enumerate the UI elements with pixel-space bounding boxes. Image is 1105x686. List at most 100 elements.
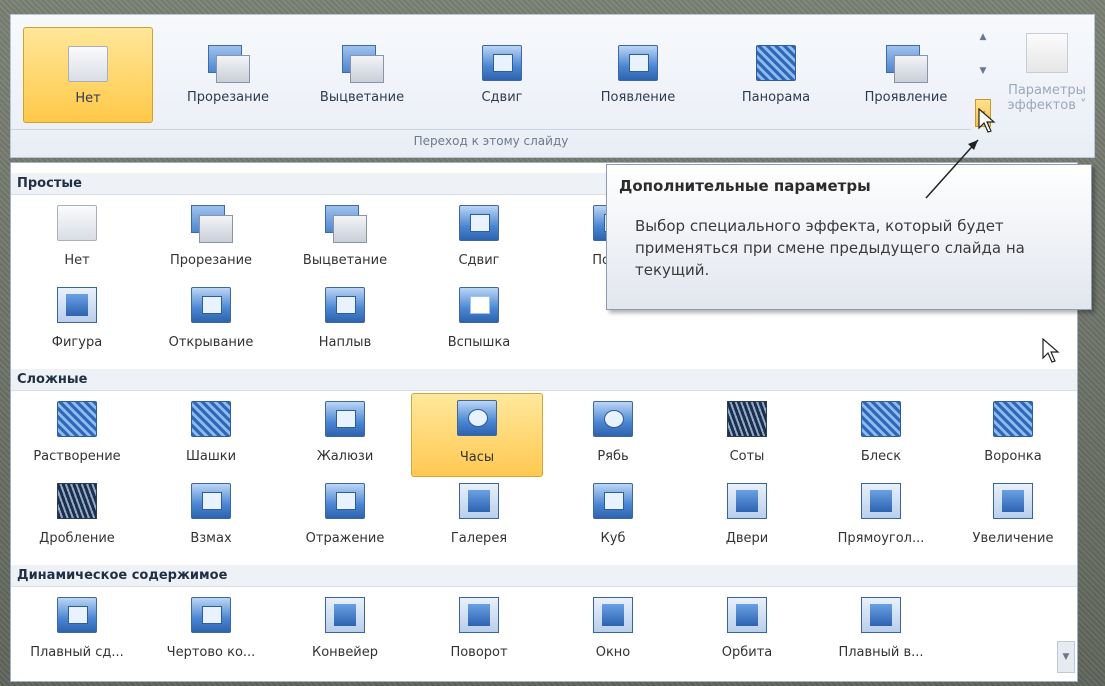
gallery-item-label: Чертово ко... bbox=[166, 645, 256, 660]
gallery-item-label: Вспышка bbox=[447, 335, 511, 350]
gallery-item-fade[interactable]: Выцветание bbox=[279, 201, 411, 279]
transition-fade-icon bbox=[342, 45, 384, 83]
gallery-item-label: Нет bbox=[64, 253, 90, 268]
transition-push-icon bbox=[482, 45, 522, 81]
gallery-item-label: Взмах bbox=[190, 531, 232, 546]
transition-honeycomb-icon bbox=[727, 401, 767, 437]
gallery-item-vortex[interactable]: Воронка bbox=[947, 397, 1079, 475]
gallery-item-clock[interactable]: Часы bbox=[411, 393, 543, 477]
transition-uncover-icon bbox=[191, 287, 231, 323]
gallery-item-gallery[interactable]: Галерея bbox=[413, 479, 545, 557]
tooltip-description: Выбор специального эффекта, который буде… bbox=[635, 217, 1025, 279]
gallery-item-glitter[interactable]: Блеск bbox=[815, 397, 947, 475]
gallery-item-label: Жалюзи bbox=[316, 449, 374, 464]
gallery-item-none[interactable]: Нет bbox=[11, 201, 143, 279]
gallery-item-honeycomb[interactable]: Соты bbox=[681, 397, 813, 475]
transition-checkerboard-icon bbox=[191, 401, 231, 437]
category-complex: Сложные bbox=[11, 369, 1077, 391]
gallery-item-label: Сдвиг bbox=[458, 253, 500, 268]
transition-window-icon bbox=[593, 597, 633, 633]
scroll-up-button[interactable]: ▲ bbox=[975, 23, 991, 51]
mouse-cursor-icon-2 bbox=[1042, 338, 1060, 363]
transition-glitter-icon bbox=[861, 401, 901, 437]
gallery-item-label: Часы bbox=[459, 450, 495, 465]
ribbon-transition-push[interactable]: Сдвиг bbox=[437, 27, 567, 123]
gallery-item-window[interactable]: Окно bbox=[547, 593, 679, 671]
transition-conveyor-icon bbox=[325, 597, 365, 633]
transition-none-icon bbox=[68, 46, 108, 82]
ribbon-transition-fade[interactable]: Выцветание bbox=[297, 27, 427, 123]
gallery-item-cover[interactable]: Наплыв bbox=[279, 283, 411, 361]
gallery-item-label: Растворение bbox=[33, 449, 121, 464]
gallery-item-flash[interactable]: Вспышка bbox=[413, 283, 545, 361]
ribbon-transition-reveal[interactable]: Проявление bbox=[841, 27, 971, 123]
transition-none-icon bbox=[57, 205, 97, 241]
gallery-item-rotate[interactable]: Поворот bbox=[413, 593, 545, 671]
gallery-item-label: Галерея bbox=[450, 531, 508, 546]
gallery-item-blinds[interactable]: Жалюзи bbox=[279, 397, 411, 475]
transition-push-icon bbox=[459, 205, 499, 241]
transition-cut-icon bbox=[191, 205, 233, 243]
effect-options-icon bbox=[1026, 33, 1068, 73]
gallery-item-label: Поворот bbox=[450, 645, 508, 660]
gallery-item-shred[interactable]: Дробление bbox=[11, 479, 143, 557]
transition-box-icon bbox=[861, 483, 901, 519]
gallery-item-label: Орбита bbox=[721, 645, 773, 660]
ribbon-group-label: Переход к этому слайду bbox=[11, 129, 971, 152]
gallery-item-label: Куб bbox=[600, 531, 626, 546]
transition-blinds-icon bbox=[325, 401, 365, 437]
gallery-item-switch[interactable]: Взмах bbox=[145, 479, 277, 557]
panel-scroll-down[interactable]: ▼ bbox=[1057, 641, 1075, 673]
transition-cube-icon bbox=[593, 483, 633, 519]
gallery-item-label: Соты bbox=[729, 449, 765, 464]
more-options-tooltip: Дополнительные параметры Выбор специальн… bbox=[606, 164, 1092, 310]
gallery-item-label: Открывание bbox=[168, 335, 254, 350]
gallery-item-ferris[interactable]: Чертово ко... bbox=[145, 593, 277, 671]
transition-shape-icon bbox=[57, 287, 97, 323]
gallery-item-label: Конвейер bbox=[311, 645, 379, 660]
gallery-item-doors[interactable]: Двери bbox=[681, 479, 813, 557]
gallery-item-label: Воронка bbox=[984, 449, 1042, 464]
gallery-item-cut[interactable]: Прорезание bbox=[145, 201, 277, 279]
transition-dissolve-icon bbox=[57, 401, 97, 437]
ribbon-item-label: Прорезание bbox=[186, 90, 270, 105]
gallery-item-orbit[interactable]: Орбита bbox=[681, 593, 813, 671]
gallery-item-cube[interactable]: Куб bbox=[547, 479, 679, 557]
gallery-item-checkerboard[interactable]: Шашки bbox=[145, 397, 277, 475]
gallery-item-ripple[interactable]: Рябь bbox=[547, 397, 679, 475]
gallery-item-label: Рябь bbox=[597, 449, 629, 464]
scroll-down-button[interactable]: ▼ bbox=[975, 57, 991, 85]
gallery-item-flip[interactable]: Отражение bbox=[279, 479, 411, 557]
gallery-item-label: Прорезание bbox=[169, 253, 253, 268]
effect-options-label: Параметры bbox=[1008, 83, 1086, 98]
effect-options-button[interactable]: Параметры эффектов ˅ bbox=[1001, 25, 1093, 135]
gallery-item-push[interactable]: Сдвиг bbox=[413, 201, 545, 279]
effect-options-label-2: эффектов ˅ bbox=[1007, 98, 1087, 113]
ribbon-transition-cut[interactable]: Прорезание bbox=[163, 27, 293, 123]
gallery-item-label: Плавный сд... bbox=[30, 645, 124, 660]
transition-fly-through-icon bbox=[861, 597, 901, 633]
gallery-item-shape[interactable]: Фигура bbox=[11, 283, 143, 361]
ribbon-transition-wipe[interactable]: Появление bbox=[573, 27, 703, 123]
tooltip-title: Дополнительные параметры bbox=[619, 177, 871, 195]
ribbon-transition-none[interactable]: Нет bbox=[23, 27, 153, 123]
gallery-item-label: Отражение bbox=[305, 531, 385, 546]
gallery-item-fly-through[interactable]: Плавный в... bbox=[815, 593, 947, 671]
transition-reveal-icon bbox=[886, 45, 928, 83]
transition-cut-icon bbox=[208, 45, 250, 83]
transition-flash-icon bbox=[459, 287, 499, 323]
gallery-item-label: Наплыв bbox=[318, 335, 372, 350]
gallery-item-dissolve[interactable]: Растворение bbox=[11, 397, 143, 475]
ribbon-transition-pan[interactable]: Панорама bbox=[711, 27, 841, 123]
gallery-item-label: Выцветание bbox=[302, 253, 388, 268]
transition-rotate-icon bbox=[459, 597, 499, 633]
gallery-item-conveyor[interactable]: Конвейер bbox=[279, 593, 411, 671]
transition-clock-icon bbox=[457, 400, 497, 436]
gallery-item-uncover[interactable]: Открывание bbox=[145, 283, 277, 361]
gallery-item-pan-dyn[interactable]: Плавный сд... bbox=[11, 593, 143, 671]
transition-ferris-wheel-icon bbox=[191, 597, 231, 633]
gallery-item-zoom[interactable]: Увеличение bbox=[947, 479, 1079, 557]
gallery-item-box[interactable]: Прямоугол... bbox=[815, 479, 947, 557]
gallery-item-label: Шашки bbox=[185, 449, 237, 464]
transition-ripple-icon bbox=[593, 401, 633, 437]
